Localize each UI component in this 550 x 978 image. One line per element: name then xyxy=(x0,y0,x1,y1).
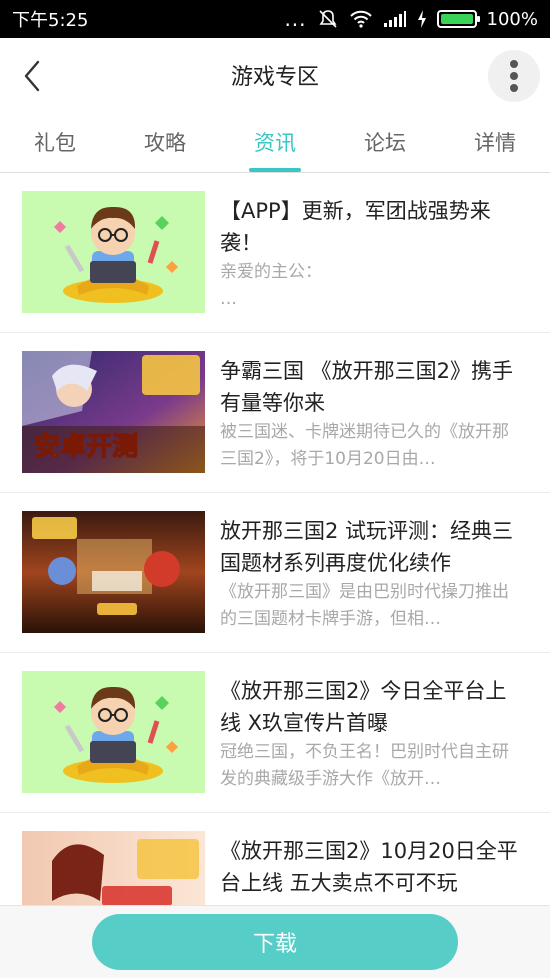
news-thumbnail: 安卓开测 xyxy=(22,351,205,473)
news-item[interactable]: 《放开那三国2》10月20日全平台上线 五大卖点不可不玩 xyxy=(0,813,550,905)
tab-bar: 礼包 攻略 资讯 论坛 详情 xyxy=(0,112,550,173)
news-item[interactable]: 《放开那三国2》今日全平台上线 X玖宣传片首曝 冠绝三国，不负王名！巴别时代自主… xyxy=(0,653,550,813)
news-thumbnail xyxy=(22,191,205,313)
news-list: 【APP】更新，军团战强势来袭！ 亲爱的主公： … 安卓开测 争霸三国 《放开那… xyxy=(0,173,550,905)
tab-forum[interactable]: 论坛 xyxy=(330,112,440,172)
tab-news[interactable]: 资讯 xyxy=(220,112,330,172)
bottom-bar: 下载 xyxy=(0,905,550,978)
news-title: 放开那三国2 试玩评测：经典三国题材系列再度优化续作 xyxy=(220,519,514,575)
news-thumbnail xyxy=(22,831,205,905)
more-vertical-icon xyxy=(510,60,518,92)
charging-icon xyxy=(417,10,427,28)
tab-details[interactable]: 详情 xyxy=(440,112,550,172)
news-summary: 被三国迷、卡牌迷期待已久的《放开那三国2》，将于10月20日由… xyxy=(220,422,509,469)
back-button[interactable] xyxy=(14,56,50,96)
news-item[interactable]: 【APP】更新，军团战强势来袭！ 亲爱的主公： … xyxy=(0,173,550,333)
battery-fill xyxy=(440,14,473,24)
page-title: 游戏专区 xyxy=(230,65,319,90)
news-item[interactable]: 放开那三国2 试玩评测：经典三国题材系列再度优化续作 《放开那三国》是由巴别时代… xyxy=(0,493,550,653)
news-thumbnail xyxy=(22,671,205,793)
news-title: 《放开那三国2》10月20日全平台上线 五大卖点不可不玩 xyxy=(220,839,518,895)
status-time: 下午5:25 xyxy=(12,10,89,31)
news-title: 【APP】更新，军团战强势来袭！ xyxy=(220,199,491,255)
battery-icon xyxy=(436,10,480,28)
status-bar: 下午5:25 ... 100% xyxy=(0,0,550,38)
tab-gift[interactable]: 礼包 xyxy=(0,112,110,172)
wifi-icon xyxy=(349,9,373,29)
news-thumbnail xyxy=(22,511,205,633)
news-summary: 亲爱的主公： … xyxy=(220,262,322,309)
news-item[interactable]: 安卓开测 争霸三国 《放开那三国2》携手有量等你来 被三国迷、卡牌迷期待已久的《… xyxy=(0,333,550,493)
news-summary: 《放开那三国》是由巴别时代操刀推出的三国题材卡牌手游，但相… xyxy=(220,582,509,629)
news-title: 《放开那三国2》今日全平台上线 X玖宣传片首曝 xyxy=(220,679,507,735)
mute-icon xyxy=(317,8,339,30)
battery-percent: 100% xyxy=(486,8,538,30)
news-title: 争霸三国 《放开那三国2》携手有量等你来 xyxy=(220,359,514,415)
signal-icon xyxy=(383,10,407,28)
status-icons: ... 100% xyxy=(284,7,538,31)
status-dots: ... xyxy=(284,7,307,31)
title-bar: 游戏专区 xyxy=(0,38,550,112)
news-summary: 冠绝三国，不负王名！巴别时代自主研发的典藏级手游大作《放开… xyxy=(220,742,509,789)
download-button[interactable]: 下载 xyxy=(92,914,458,970)
more-options-button[interactable] xyxy=(488,50,540,102)
chevron-left-icon xyxy=(24,60,40,92)
tab-guide[interactable]: 攻略 xyxy=(110,112,220,172)
thumb-promo-text: 安卓开测 xyxy=(34,432,138,462)
